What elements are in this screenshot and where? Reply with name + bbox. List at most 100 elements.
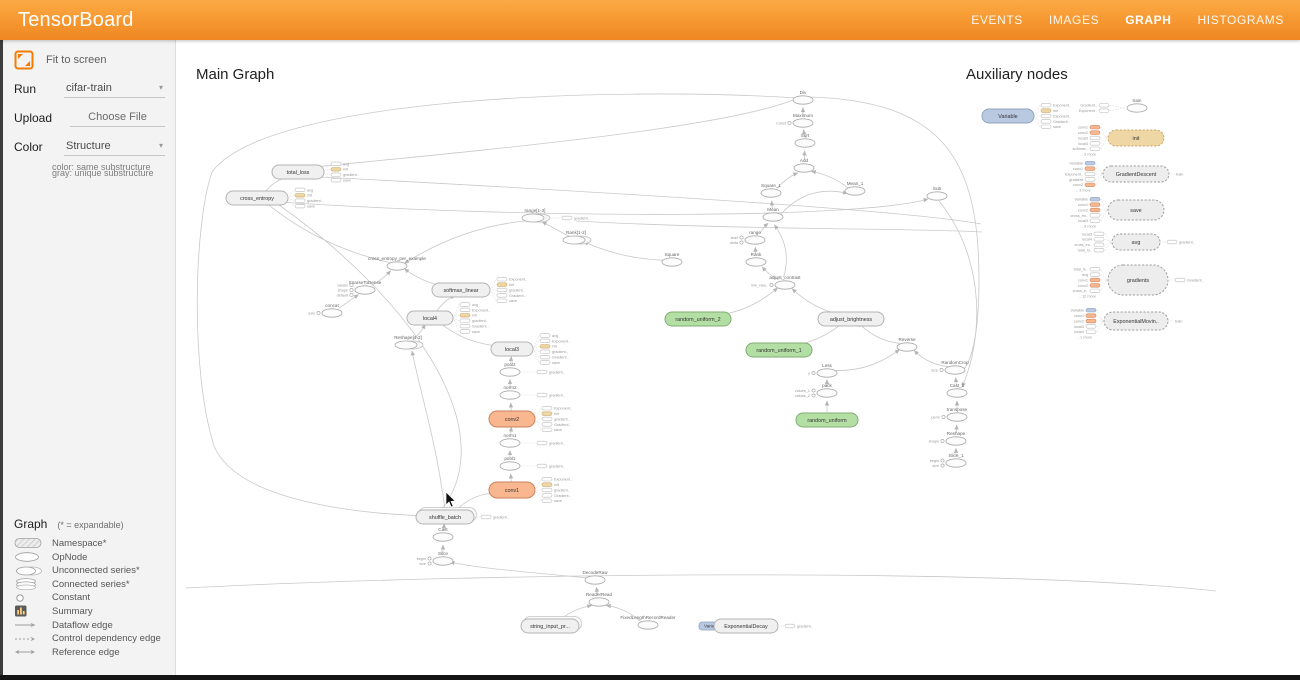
graph-node-cross_entropy[interactable]: cross_entropyavginitgradient..save xyxy=(226,188,323,208)
graph-node-reshape13[interactable]: Reshape[1-3] xyxy=(394,335,423,349)
graph-node-norm2[interactable]: norm2gradient.. xyxy=(500,385,565,399)
graph-node-adjust_brightness[interactable]: adjust_brightness xyxy=(818,312,884,326)
graph-node-sub[interactable]: Sub xyxy=(927,186,947,200)
color-select[interactable]: Structure ▾ xyxy=(64,138,165,156)
graph-node-pool1[interactable]: pool1gradient.. xyxy=(500,456,565,470)
graph-node-aux_init[interactable]: initconv1conv2local3local4softmax.... 3 … xyxy=(1073,125,1164,156)
graph-node-conv1[interactable]: conv1Exponent..initgradient..Gradient..s… xyxy=(489,477,572,503)
graph-edge xyxy=(450,562,588,578)
graph-edge xyxy=(576,221,982,232)
choose-file-button[interactable]: Choose File xyxy=(70,109,165,127)
graph-node-square[interactable]: Square xyxy=(662,252,682,266)
fit-to-screen-label: Fit to screen xyxy=(46,54,107,66)
graph-edge xyxy=(264,201,390,262)
graph-text: avg xyxy=(343,162,349,166)
graph-node-cast1[interactable]: Cast_1 xyxy=(947,383,967,397)
graph-text: save xyxy=(1053,125,1061,129)
graph-text: axis xyxy=(308,311,315,315)
fit-to-screen-icon[interactable] xyxy=(14,50,34,70)
legend-label: Namespace* xyxy=(52,538,106,549)
graph-text: Square_1 xyxy=(761,183,781,188)
graph-node-flrr[interactable]: FixedLengthRecordReader xyxy=(620,615,676,629)
graph-node-reader_read[interactable]: ReaderRead xyxy=(586,592,612,606)
graph-edge xyxy=(792,289,844,316)
graph-node-ru2[interactable]: random_uniform_2 xyxy=(665,312,731,326)
graph-node-s2d[interactable]: SparseToDensevaluesshapedefault xyxy=(337,280,382,298)
graph-text: init xyxy=(1053,109,1059,113)
graph-node-cepe[interactable]: cross_entropy_per_example xyxy=(368,256,426,270)
graph-text: gradients xyxy=(1127,278,1149,284)
graph-text: Const xyxy=(776,121,787,125)
graph-text: train xyxy=(1133,98,1142,103)
graph-node-slice[interactable]: Slicebeginsize xyxy=(417,551,453,566)
graph-node-sqrt[interactable]: Sqrt xyxy=(795,133,815,147)
graph-node-pack[interactable]: packvalues_1values_2 xyxy=(795,383,837,398)
graph-node-local3[interactable]: local3avgExponent..initgradient..Gradien… xyxy=(491,334,570,365)
graph-text: save xyxy=(343,179,351,183)
graph-node-mean1[interactable]: Mean_1 xyxy=(845,181,865,195)
graph-text: conv1 xyxy=(1078,126,1088,130)
legend-title: Graph xyxy=(14,517,47,531)
graph-text: DecodeRaw xyxy=(582,570,608,575)
tab-events[interactable]: EVENTS xyxy=(971,13,1023,27)
graph-node-less[interactable]: Lessy xyxy=(808,363,837,377)
graph-node-rank_op[interactable]: Rank xyxy=(746,252,766,266)
graph-node-add[interactable]: Add xyxy=(794,158,814,172)
graph-node-reshape_op[interactable]: Reshapeshape xyxy=(929,431,966,445)
graph-node-shuffle_batch[interactable]: shuffle_batchgradient.. xyxy=(416,508,509,525)
graph-edge xyxy=(811,171,847,187)
graph-node-maximum[interactable]: MaximumConst xyxy=(776,113,813,127)
graph-node-rank12[interactable]: Rank[1-2] xyxy=(563,230,591,244)
graph-node-total_loss[interactable]: total_lossavginitgradient..save xyxy=(272,162,359,182)
graph-node-decode_raw[interactable]: DecodeRaw xyxy=(582,570,608,584)
tab-graph[interactable]: GRAPH xyxy=(1125,13,1171,27)
graph-node-string_input[interactable]: string_input_pr... xyxy=(521,617,582,634)
graph-node-norm1[interactable]: norm1gradient.. xyxy=(500,433,565,447)
graph-text: init xyxy=(509,283,515,287)
graph-text: total_lo.. xyxy=(1078,249,1092,253)
graph-node-ru0[interactable]: random_uniform xyxy=(796,413,858,427)
graph-node-square1[interactable]: Square_1 xyxy=(761,183,781,197)
graph-node-slice1[interactable]: Slice_1beginsize xyxy=(930,453,966,468)
app-header: TensorBoard EVENTS IMAGES GRAPH HISTOGRA… xyxy=(0,0,1300,40)
graph-node-range13[interactable]: range[1-3]gradient.. xyxy=(522,208,590,222)
run-select-value: cifar-train xyxy=(66,82,112,94)
graph-node-aux_train[interactable]: trainGradient..Exponent.. xyxy=(1079,98,1147,113)
tab-images[interactable]: IMAGES xyxy=(1049,13,1099,27)
graph-node-aux_save[interactable]: saveVariableconv1conv2cross_en..local3..… xyxy=(1070,197,1164,228)
graph-node-adjust_contrast[interactable]: adjust_contrastmin_valu.. xyxy=(751,275,802,289)
graph-node-ru1[interactable]: random_uniform_1 xyxy=(746,343,812,357)
graph-text: min_valu.. xyxy=(751,283,768,287)
graph-text: string_input_pr... xyxy=(530,624,570,630)
graph-node-transpose[interactable]: transposeperm xyxy=(931,407,967,421)
graph-node-div[interactable]: Div xyxy=(793,90,813,104)
graph-node-aux_avg[interactable]: avggradient..local3local4cross_en..total… xyxy=(1074,232,1194,252)
graph-text: pack xyxy=(822,383,832,388)
graph-node-aux_ema[interactable]: ExponentialMovin..trainVariableconv1conv… xyxy=(1070,308,1182,339)
graph-canvas[interactable]: total_lossavginitgradient..save cross_ent… xyxy=(176,40,1300,675)
graph-node-concat[interactable]: concataxis xyxy=(308,303,342,317)
graph-text: conv1 xyxy=(1078,203,1088,207)
graph-node-softmax_linear[interactable]: softmax_linearExponent..initgradient..Gr… xyxy=(432,277,527,303)
graph-node-reverse[interactable]: Reverse xyxy=(897,337,917,351)
graph-node-aux_gd[interactable]: GradientDescenttrainVariableconv1Exponen… xyxy=(1065,161,1184,192)
graph-node-cast[interactable]: Cast xyxy=(433,527,453,541)
graph-node-mean[interactable]: Mean xyxy=(763,207,783,221)
nav-tabs: EVENTS IMAGES GRAPH HISTOGRAMS xyxy=(971,13,1300,27)
graph-text: gradient.. xyxy=(554,488,570,492)
graph-text: save xyxy=(554,428,562,432)
graph-node-conv2[interactable]: conv2Exponent..initgradient..Gradient..s… xyxy=(489,406,572,432)
tab-histograms[interactable]: HISTOGRAMS xyxy=(1198,13,1284,27)
graph-node-aux_gradients[interactable]: gradientsGradient..total_lo..avgconv1con… xyxy=(1073,265,1204,299)
graph-text: gradient.. xyxy=(797,624,813,628)
graph-node-random_crop[interactable]: RandomCropsize xyxy=(931,360,969,374)
graph-text: cross_entropy xyxy=(240,196,274,202)
graph-node-range_op[interactable]: rangestartdelta xyxy=(730,230,765,245)
run-select[interactable]: cifar-train ▾ xyxy=(64,80,165,98)
graph-node-exp_decay[interactable]: ExponentialDecaygradient.. xyxy=(714,619,813,633)
graph-text: local4 xyxy=(1074,330,1084,334)
summary-icon xyxy=(14,605,44,617)
graph-node-aux_variable[interactable]: VariableExponent..initExponent..Gradient… xyxy=(982,103,1071,129)
graph-text: Gradient.. xyxy=(554,494,571,498)
graph-text: conv1 xyxy=(1074,314,1084,318)
